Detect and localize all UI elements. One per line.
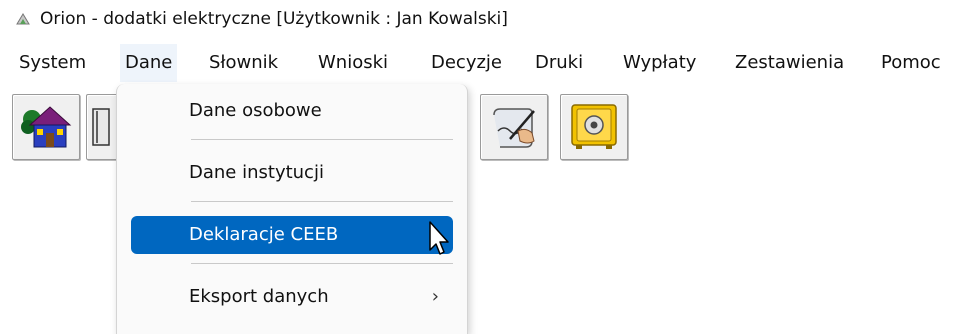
menu-zestawienia[interactable]: Zestawienia — [730, 44, 849, 82]
menu-dane[interactable]: Dane — [120, 44, 178, 82]
menu-wyplaty[interactable]: Wypłaty — [618, 44, 701, 82]
menu-item-label: Dane osobowe — [189, 100, 322, 121]
menu-separator — [191, 263, 453, 264]
dane-dropdown-menu: Dane osobowe Dane instytucji Deklaracje … — [116, 84, 468, 334]
menu-item-label: Dane instytucji — [189, 162, 324, 183]
menu-wnioski[interactable]: Wnioski — [313, 44, 393, 82]
signing-hand-icon — [493, 108, 535, 148]
menu-decyzje[interactable]: Decyzje — [426, 44, 507, 82]
safe-icon — [571, 104, 617, 149]
app-icon — [15, 11, 31, 27]
menu-slownik[interactable]: Słownik — [204, 44, 283, 82]
menu-item-label: Eksport danych — [189, 286, 329, 307]
mouse-cursor-icon — [429, 221, 449, 255]
window-title: Orion - dodatki elektryczne [Użytkownik … — [40, 9, 508, 29]
menu-separator — [191, 139, 453, 140]
menu-druki[interactable]: Druki — [530, 44, 588, 82]
menu-item-label: Deklaracje CEEB — [189, 224, 339, 245]
menu-item-dane-instytucji[interactable]: Dane instytucji — [131, 154, 453, 192]
menu-system[interactable]: System — [14, 44, 91, 82]
book-icon — [92, 108, 110, 146]
menu-bar: System Dane Słownik Wnioski Decyzje Druk… — [0, 44, 972, 82]
house-icon — [21, 106, 72, 148]
menu-separator — [191, 201, 453, 202]
chevron-right-icon: › — [431, 286, 439, 307]
menu-pomoc[interactable]: Pomoc — [876, 44, 946, 82]
menu-item-deklaracje-ceeb[interactable]: Deklaracje CEEB — [131, 216, 453, 254]
title-bar: Orion - dodatki elektryczne [Użytkownik … — [0, 0, 972, 40]
toolbar-button-home[interactable] — [12, 94, 80, 160]
toolbar-button-safe[interactable] — [560, 94, 628, 160]
menu-item-dane-osobowe[interactable]: Dane osobowe — [131, 92, 453, 130]
menu-item-eksport-danych[interactable]: Eksport danych › — [131, 278, 453, 316]
toolbar-button-book[interactable] — [86, 94, 118, 160]
toolbar-button-sign[interactable] — [480, 94, 548, 160]
